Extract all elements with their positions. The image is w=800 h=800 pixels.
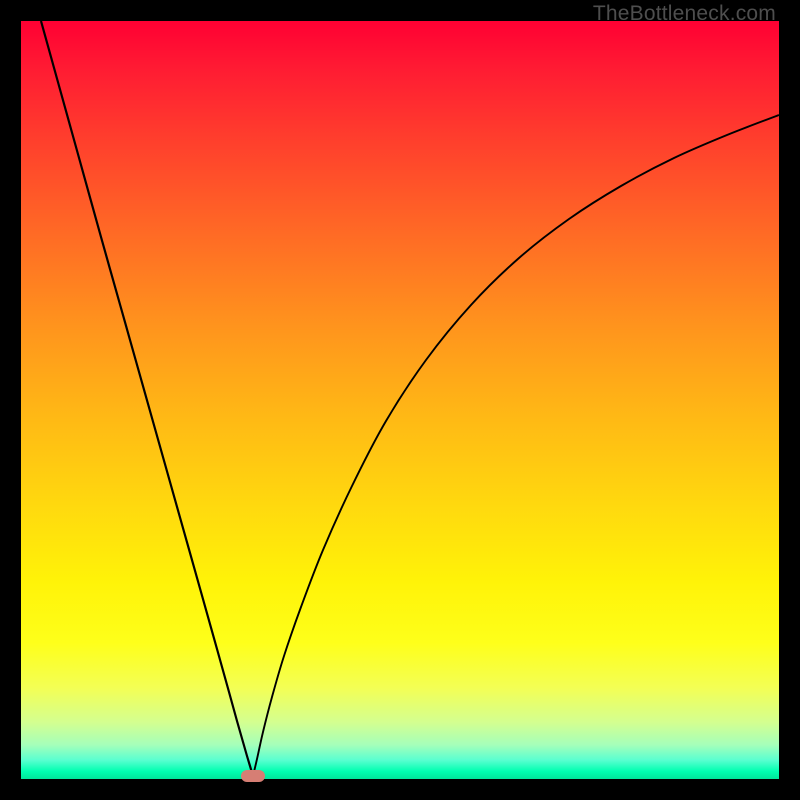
min-marker bbox=[241, 770, 265, 782]
chart-plot-area bbox=[21, 21, 779, 779]
curve-left-branch bbox=[41, 21, 253, 776]
curve-right-branch bbox=[253, 115, 779, 776]
chart-svg bbox=[21, 21, 779, 779]
